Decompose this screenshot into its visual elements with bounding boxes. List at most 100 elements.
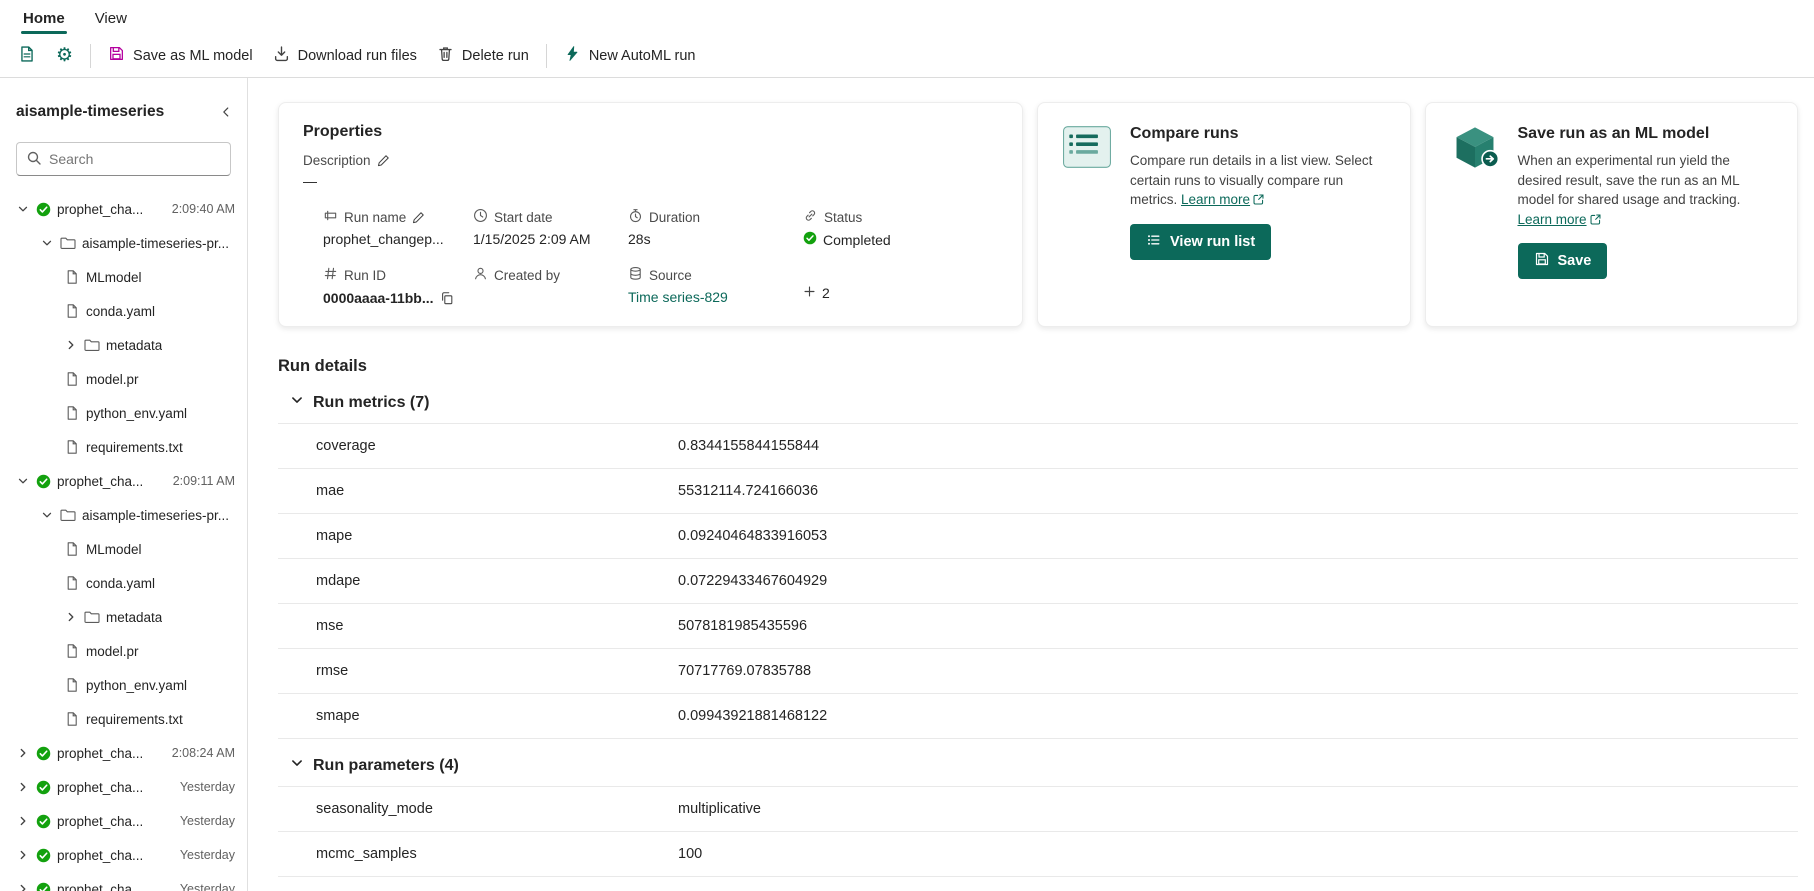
chevron-right-icon[interactable] <box>64 339 78 351</box>
learn-more-link[interactable]: Learn more <box>1181 192 1250 207</box>
tree-item[interactable]: python_env.yaml <box>0 668 247 702</box>
run-success-check-icon <box>36 814 51 829</box>
external-link-icon <box>1589 213 1602 226</box>
start-date-label: Start date <box>494 209 553 225</box>
tree-item[interactable]: metadata <box>0 328 247 362</box>
tree-item[interactable]: prophet_cha... Yesterday <box>0 770 247 804</box>
chevron-right-icon[interactable] <box>16 849 30 861</box>
plus-icon <box>803 285 816 301</box>
view-run-list-label: View run list <box>1170 233 1256 250</box>
tab-home[interactable]: Home <box>8 3 80 34</box>
tree-item[interactable]: MLmodel <box>0 260 247 294</box>
description-value: — <box>303 173 317 189</box>
chevron-down-icon[interactable] <box>16 475 30 487</box>
metric-name: mse <box>316 618 344 634</box>
tree-item-label: metadata <box>106 337 163 353</box>
view-run-list-button[interactable]: View run list <box>1130 223 1272 260</box>
tree-item-label: requirements.txt <box>86 711 183 727</box>
chevron-down-icon[interactable] <box>40 237 54 249</box>
chevron-right-icon[interactable] <box>64 611 78 623</box>
duration-label: Duration <box>649 209 701 225</box>
file-icon <box>64 439 80 455</box>
run-success-check-icon <box>36 780 51 795</box>
tree-item[interactable]: aisample-timeseries-pr... <box>0 498 247 532</box>
chevron-right-icon[interactable] <box>16 747 30 759</box>
run-parameters-header[interactable]: Run parameters (4) <box>278 745 1798 786</box>
tree-item-label: python_env.yaml <box>86 677 188 693</box>
save-model-button[interactable]: Save <box>1517 243 1608 280</box>
tree-item[interactable]: requirements.txt <box>0 430 247 464</box>
tree-item-label: prophet_cha... <box>57 779 144 795</box>
tree-item[interactable]: aisample-timeseries-pr... <box>0 226 247 260</box>
more-properties[interactable]: 2 <box>803 280 998 306</box>
metric-row: mdape 0.07229433467604929 <box>278 559 1798 604</box>
hash-icon <box>323 266 338 284</box>
tree-item[interactable]: model.pr <box>0 634 247 668</box>
tree-item-label: model.pr <box>86 371 139 387</box>
chevron-right-icon[interactable] <box>16 883 30 891</box>
metrics-table: coverage 0.8344155844155844 mae 55312114… <box>278 423 1798 739</box>
tree-item-label: requirements.txt <box>86 439 183 455</box>
document-icon-button[interactable] <box>8 38 46 74</box>
save-icon <box>1534 251 1550 271</box>
properties-title: Properties <box>303 123 383 140</box>
metric-name: rmse <box>316 663 349 679</box>
chevron-down-icon <box>290 756 304 775</box>
tree-item[interactable]: metadata <box>0 600 247 634</box>
parameter-name: mcmc_samples <box>316 846 417 862</box>
folder-icon <box>60 235 76 251</box>
tree-item[interactable]: conda.yaml <box>0 294 247 328</box>
folder-icon <box>84 337 100 353</box>
settings-gear-icon: ⚙ <box>56 45 74 66</box>
tree-item[interactable]: MLmodel <box>0 532 247 566</box>
save-model-button-label: Save <box>1557 253 1592 270</box>
parameter-row: mcmc_samples 100 <box>278 832 1798 877</box>
new-automl-run-button[interactable]: New AutoML run <box>554 38 706 73</box>
tree-item[interactable]: prophet_cha... Yesterday <box>0 838 247 872</box>
metric-name: mae <box>316 483 345 499</box>
tree-item[interactable]: prophet_cha... 2:08:24 AM <box>0 736 247 770</box>
metric-value: 0.09943921881468122 <box>678 708 828 724</box>
chevron-down-icon[interactable] <box>16 203 30 215</box>
tree-item[interactable]: prophet_cha... Yesterday <box>0 872 247 891</box>
metric-row: smape 0.09943921881468122 <box>278 694 1798 739</box>
app: Home View ⚙ Save as ML model Download ru… <box>0 0 1814 891</box>
properties-card: Properties Description — Run name prophe… <box>278 102 1023 327</box>
learn-more-link[interactable]: Learn more <box>1518 212 1587 227</box>
parameter-value: multiplicative <box>678 801 761 817</box>
search-input[interactable] <box>49 151 221 167</box>
run-metrics-header[interactable]: Run metrics (7) <box>278 382 1798 423</box>
tab-view[interactable]: View <box>80 3 142 34</box>
parameters-table: seasonality_mode multiplicative mcmc_sam… <box>278 786 1798 891</box>
tree-item[interactable]: requirements.txt <box>0 702 247 736</box>
delete-run-button[interactable]: Delete run <box>427 38 539 73</box>
file-icon <box>64 269 80 285</box>
copy-icon[interactable] <box>440 291 454 305</box>
tree-item[interactable]: prophet_cha... Yesterday <box>0 804 247 838</box>
file-icon <box>64 643 80 659</box>
tree-item[interactable]: prophet_cha... 2:09:11 AM <box>0 464 247 498</box>
tree-item[interactable]: python_env.yaml <box>0 396 247 430</box>
chevron-down-icon[interactable] <box>40 509 54 521</box>
compare-runs-card: Compare runs Compare run details in a li… <box>1037 102 1411 327</box>
chevron-right-icon[interactable] <box>16 815 30 827</box>
run-metrics-title: Run metrics (7) <box>313 393 430 411</box>
edit-pencil-icon[interactable] <box>412 211 425 224</box>
created-by-value <box>473 289 618 306</box>
search-box[interactable] <box>16 142 231 176</box>
status-label: Status <box>824 209 863 225</box>
sidebar-header: aisample-timeseries <box>0 98 247 126</box>
ml-model-cube-icon <box>1450 125 1502 279</box>
tree-item[interactable]: conda.yaml <box>0 566 247 600</box>
settings-button[interactable]: ⚙ <box>46 39 83 72</box>
source-link[interactable]: Time series-829 <box>628 289 728 305</box>
run-id-value: 0000aaaa-11bb... <box>323 289 434 306</box>
compare-runs-illustration-icon <box>1062 125 1114 260</box>
save-as-ml-model-button[interactable]: Save as ML model <box>98 38 263 73</box>
collapse-sidebar-icon[interactable] <box>219 105 233 119</box>
edit-pencil-icon[interactable] <box>377 154 390 167</box>
download-run-files-button[interactable]: Download run files <box>263 38 427 73</box>
chevron-right-icon[interactable] <box>16 781 30 793</box>
tree-item[interactable]: model.pr <box>0 362 247 396</box>
tree-item[interactable]: prophet_cha... 2:09:40 AM <box>0 192 247 226</box>
